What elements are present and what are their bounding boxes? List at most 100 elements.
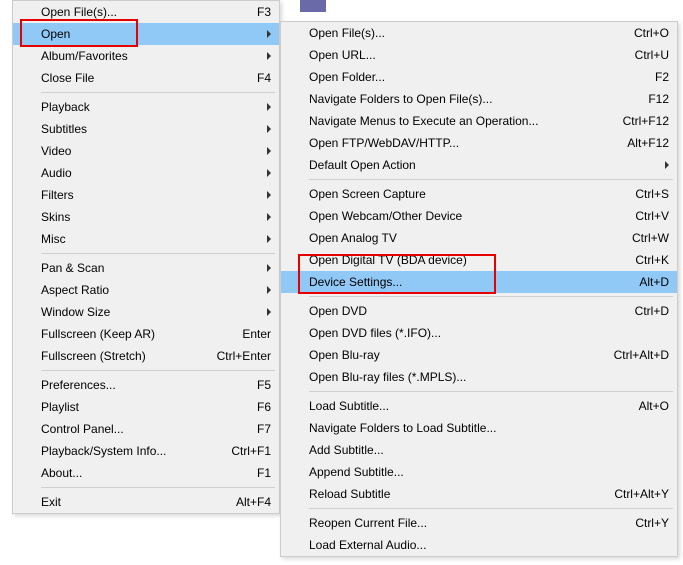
menu-item-shortcut: Ctrl+D [635, 304, 669, 318]
menu-item-label: Playback [41, 100, 271, 114]
menu-item-shortcut: Alt+O [639, 399, 669, 413]
menu-item-shortcut: F3 [257, 5, 271, 19]
menu-item-label: Subtitles [41, 122, 271, 136]
menu-item-label: Pan & Scan [41, 261, 271, 275]
menu-item-label: Open DVD [309, 304, 619, 318]
menu-item-label: Load Subtitle... [309, 399, 623, 413]
menu-item-shortcut: Enter [242, 327, 271, 341]
menu-item-close-file[interactable]: Close File F4 [13, 67, 279, 89]
menu-item-aspect-ratio[interactable]: Aspect Ratio [13, 279, 279, 301]
menu-separator [41, 92, 275, 93]
menu-item-open-dvd[interactable]: Open DVD Ctrl+D [281, 300, 677, 322]
menu-item-open-dvd-files-ifo[interactable]: Open DVD files (*.IFO)... [281, 322, 677, 344]
menu-item-label: Playback/System Info... [41, 444, 215, 458]
menu-item-label: Misc [41, 232, 271, 246]
menu-separator [309, 179, 673, 180]
menu-item-playback-system-info[interactable]: Playback/System Info... Ctrl+F1 [13, 440, 279, 462]
menu-item-open-webcam-other-device[interactable]: Open Webcam/Other DeviceCtrl+V [281, 205, 677, 227]
chevron-right-icon [267, 147, 271, 155]
menu-item-reopen-current-file[interactable]: Reopen Current File...Ctrl+Y [281, 512, 677, 534]
menu-item-album-favorites[interactable]: Album/Favorites [13, 45, 279, 67]
menu-item-label: Add Subtitle... [309, 443, 669, 457]
menu-item-navigate-folders-to-open-file-s[interactable]: Navigate Folders to Open File(s)...F12 [281, 88, 677, 110]
chevron-right-icon [665, 161, 669, 169]
menu-item-label: Skins [41, 210, 271, 224]
menu-item-open-blu-ray-files-mpls[interactable]: Open Blu-ray files (*.MPLS)... [281, 366, 677, 388]
menu-item-preferences[interactable]: Preferences... F5 [13, 374, 279, 396]
menu-item-label: Open Folder... [309, 70, 639, 84]
menu-item-label: Close File [41, 71, 241, 85]
menu-item-open[interactable]: Open [13, 23, 279, 45]
menu-item-open-screen-capture[interactable]: Open Screen CaptureCtrl+S [281, 183, 677, 205]
menu-item-shortcut: F5 [257, 378, 271, 392]
menu-item-shortcut: Ctrl+Alt+Y [614, 487, 669, 501]
chevron-right-icon [267, 125, 271, 133]
menu-item-load-subtitle[interactable]: Load Subtitle... Alt+O [281, 395, 677, 417]
menu-item-add-subtitle[interactable]: Add Subtitle... [281, 439, 677, 461]
menu-item-open-folder[interactable]: Open Folder...F2 [281, 66, 677, 88]
menu-item-exit[interactable]: ExitAlt+F4 [13, 491, 279, 513]
menu-item-audio[interactable]: Audio [13, 162, 279, 184]
menu-item-control-panel[interactable]: Control Panel... F7 [13, 418, 279, 440]
menu-item-label: Default Open Action [309, 158, 669, 172]
menu-item-device-settings[interactable]: Device Settings...Alt+D [281, 271, 677, 293]
menu-item-load-external-audio[interactable]: Load External Audio... [281, 534, 677, 556]
menu-item-label: Video [41, 144, 271, 158]
menu-item-shortcut: F12 [648, 92, 669, 106]
menu-item-reload-subtitle[interactable]: Reload SubtitleCtrl+Alt+Y [281, 483, 677, 505]
menu-item-label: Exit [41, 495, 220, 509]
toolbar-fragment [300, 0, 326, 12]
menu-item-label: Navigate Folders to Load Subtitle... [309, 421, 669, 435]
chevron-right-icon [267, 286, 271, 294]
menu-item-shortcut: Alt+F12 [627, 136, 669, 150]
menu-item-shortcut: Ctrl+U [635, 48, 669, 62]
menu-item-playback[interactable]: Playback [13, 96, 279, 118]
menu-item-fullscreen-stretch[interactable]: Fullscreen (Stretch)Ctrl+Enter [13, 345, 279, 367]
menu-item-label: Open File(s)... [41, 5, 241, 19]
menu-item-open-blu-ray[interactable]: Open Blu-rayCtrl+Alt+D [281, 344, 677, 366]
menu-item-open-analog-tv[interactable]: Open Analog TVCtrl+W [281, 227, 677, 249]
menu-item-shortcut: Ctrl+S [635, 187, 669, 201]
menu-separator [309, 391, 673, 392]
menu-item-label: Window Size [41, 305, 271, 319]
menu-item-label: Open FTP/WebDAV/HTTP... [309, 136, 611, 150]
menu-separator [41, 370, 275, 371]
menu-item-playlist[interactable]: PlaylistF6 [13, 396, 279, 418]
menu-item-fullscreen-keep-ar[interactable]: Fullscreen (Keep AR) Enter [13, 323, 279, 345]
menu-item-shortcut: F7 [257, 422, 271, 436]
menu-item-open-file-s[interactable]: Open File(s)...Ctrl+O [281, 22, 677, 44]
menu-item-open-ftp-webdav-http[interactable]: Open FTP/WebDAV/HTTP... Alt+F12 [281, 132, 677, 154]
menu-item-subtitles[interactable]: Subtitles [13, 118, 279, 140]
menu-item-shortcut: F6 [257, 400, 271, 414]
menu-item-window-size[interactable]: Window Size [13, 301, 279, 323]
menu-item-filters[interactable]: Filters [13, 184, 279, 206]
chevron-right-icon [267, 213, 271, 221]
menu-item-shortcut: Ctrl+V [635, 209, 669, 223]
menu-item-label: Control Panel... [41, 422, 241, 436]
menu-item-label: Open [41, 27, 271, 41]
menu-item-pan-scan[interactable]: Pan & Scan [13, 257, 279, 279]
menu-item-append-subtitle[interactable]: Append Subtitle... [281, 461, 677, 483]
menu-item-shortcut: F4 [257, 71, 271, 85]
menu-item-about[interactable]: About...F1 [13, 462, 279, 484]
menu-item-label: Open Blu-ray [309, 348, 598, 362]
menu-item-navigate-menus-to-execute-an-operation[interactable]: Navigate Menus to Execute an Operation..… [281, 110, 677, 132]
menu-item-open-digital-tv-bda-device[interactable]: Open Digital TV (BDA device)Ctrl+K [281, 249, 677, 271]
menu-item-skins[interactable]: Skins [13, 206, 279, 228]
menu-item-shortcut: Ctrl+Y [635, 516, 669, 530]
menu-item-misc[interactable]: Misc [13, 228, 279, 250]
menu-item-shortcut: Ctrl+Enter [217, 349, 271, 363]
menu-item-label: Open Digital TV (BDA device) [309, 253, 619, 267]
menu-item-shortcut: Ctrl+F1 [231, 444, 271, 458]
menu-item-open-file-s[interactable]: Open File(s)... F3 [13, 1, 279, 23]
menu-item-label: Preferences... [41, 378, 241, 392]
menu-item-default-open-action[interactable]: Default Open Action [281, 154, 677, 176]
chevron-right-icon [267, 191, 271, 199]
menu-item-video[interactable]: Video [13, 140, 279, 162]
menu-item-label: Fullscreen (Keep AR) [41, 327, 226, 341]
menu-item-label: Aspect Ratio [41, 283, 271, 297]
menu-item-label: Audio [41, 166, 271, 180]
menu-item-navigate-folders-to-load-subtitle[interactable]: Navigate Folders to Load Subtitle... [281, 417, 677, 439]
menu-item-open-url[interactable]: Open URL...Ctrl+U [281, 44, 677, 66]
menu-item-label: Open Blu-ray files (*.MPLS)... [309, 370, 669, 384]
